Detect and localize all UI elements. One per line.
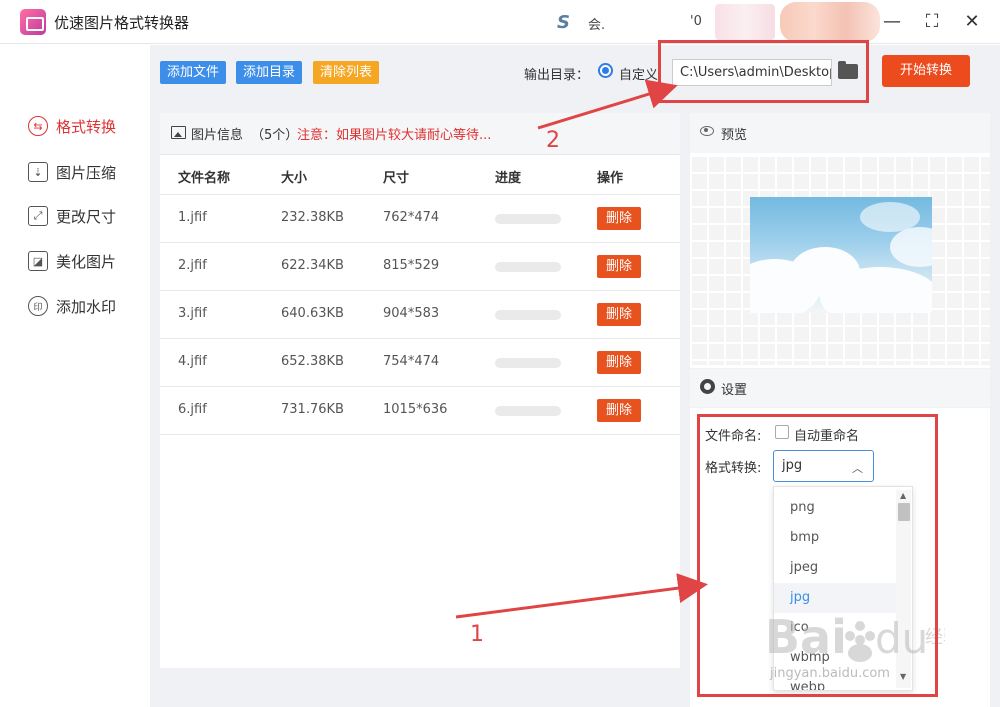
divider — [160, 386, 680, 387]
custom-dir-radio[interactable] — [598, 63, 613, 78]
file-dims: 754*474 — [383, 354, 440, 369]
annotation-number-1: 1 — [470, 622, 484, 647]
divider — [160, 242, 680, 243]
file-dims: 762*474 — [383, 210, 440, 225]
file-dims: 815*529 — [383, 258, 440, 273]
sidebar-item-label: 美化图片 — [56, 252, 117, 271]
file-size: 640.63KB — [281, 306, 344, 321]
progress-bar — [495, 214, 561, 224]
column-header-action: 操作 — [597, 171, 624, 186]
sidebar — [0, 45, 150, 707]
gear-icon — [700, 379, 715, 394]
file-dims: 1015*636 — [383, 402, 448, 417]
file-name: 3.jfif — [178, 306, 207, 321]
sidebar-item-label: 图片压缩 — [56, 163, 117, 182]
progress-bar — [495, 358, 561, 368]
delete-button[interactable]: 删除 — [597, 303, 641, 326]
file-size: 622.34KB — [281, 258, 344, 273]
preview-image — [750, 197, 932, 313]
settings-title: 设置 — [721, 383, 748, 398]
resize-icon: ⤢ — [28, 206, 48, 226]
output-dir-label: 输出目录： — [524, 68, 590, 83]
file-panel-note: 注意：如果图片较大请耐心等待... — [297, 128, 492, 143]
eye-icon — [700, 126, 714, 136]
column-header-dims: 尺寸 — [383, 171, 410, 186]
divider — [160, 194, 680, 195]
add-file-button[interactable]: 添加文件 — [160, 61, 227, 84]
file-name: 4.jfif — [178, 354, 207, 369]
close-button[interactable]: ✕ — [960, 10, 984, 34]
sidebar-item-format-convert[interactable]: ⇆ 格式转换 — [28, 111, 116, 141]
sidebar-item-label: 更改尺寸 — [56, 207, 117, 226]
column-header-size: 大小 — [281, 171, 308, 186]
compress-icon: ⇣ — [28, 162, 48, 182]
file-name: 2.jfif — [178, 258, 207, 273]
sidebar-item-label: 格式转换 — [56, 117, 117, 136]
sidebar-item-label: 添加水印 — [56, 297, 117, 316]
file-size: 731.76KB — [281, 402, 344, 417]
maximize-button[interactable]: ⛶ — [920, 10, 944, 34]
sidebar-item-resize[interactable]: ⤢ 更改尺寸 — [28, 201, 116, 231]
user-name: 会. — [588, 18, 606, 33]
delete-button[interactable]: 删除 — [597, 351, 641, 374]
file-count: （5个） — [251, 128, 299, 143]
user-extra-text: '0 — [690, 14, 702, 29]
divider — [160, 290, 680, 291]
file-name: 1.jfif — [178, 210, 207, 225]
divider — [160, 434, 680, 435]
delete-button[interactable]: 删除 — [597, 399, 641, 422]
user-avatar-icon[interactable]: S — [557, 12, 570, 33]
watermark-icon: 印 — [28, 296, 48, 316]
delete-button[interactable]: 删除 — [597, 255, 641, 278]
image-icon — [171, 126, 186, 139]
file-size: 232.38KB — [281, 210, 344, 225]
column-header-progress: 进度 — [495, 171, 522, 186]
annotation-box-output — [658, 40, 869, 103]
app-title: 优速图片格式转换器 — [54, 14, 190, 32]
redacted-area — [780, 2, 880, 42]
file-size: 652.38KB — [281, 354, 344, 369]
progress-bar — [495, 310, 561, 320]
start-convert-button[interactable]: 开始转换 — [882, 55, 970, 87]
swap-icon: ⇆ — [28, 116, 48, 136]
app-logo-icon — [20, 9, 46, 35]
progress-bar — [495, 262, 561, 272]
sidebar-item-beautify[interactable]: ◪ 美化图片 — [28, 246, 116, 276]
custom-dir-label[interactable]: 自定义 — [619, 64, 659, 83]
redacted-area — [715, 4, 775, 40]
beautify-icon: ◪ — [28, 251, 48, 271]
minimize-button[interactable]: — — [880, 10, 904, 34]
progress-bar — [495, 406, 561, 416]
clear-list-button[interactable]: 清除列表 — [313, 61, 380, 84]
sidebar-item-compress[interactable]: ⇣ 图片压缩 — [28, 157, 116, 187]
delete-button[interactable]: 删除 — [597, 207, 641, 230]
add-directory-button[interactable]: 添加目录 — [236, 61, 303, 84]
file-list-panel — [160, 113, 680, 668]
column-header-name: 文件名称 — [178, 171, 231, 186]
preview-title: 预览 — [721, 128, 748, 143]
sidebar-item-watermark[interactable]: 印 添加水印 — [28, 291, 116, 321]
file-name: 6.jfif — [178, 402, 207, 417]
file-dims: 904*583 — [383, 306, 440, 321]
divider — [160, 338, 680, 339]
annotation-number-2: 2 — [546, 128, 560, 153]
file-panel-title: 图片信息 — [191, 128, 244, 143]
annotation-box-settings — [697, 414, 938, 697]
